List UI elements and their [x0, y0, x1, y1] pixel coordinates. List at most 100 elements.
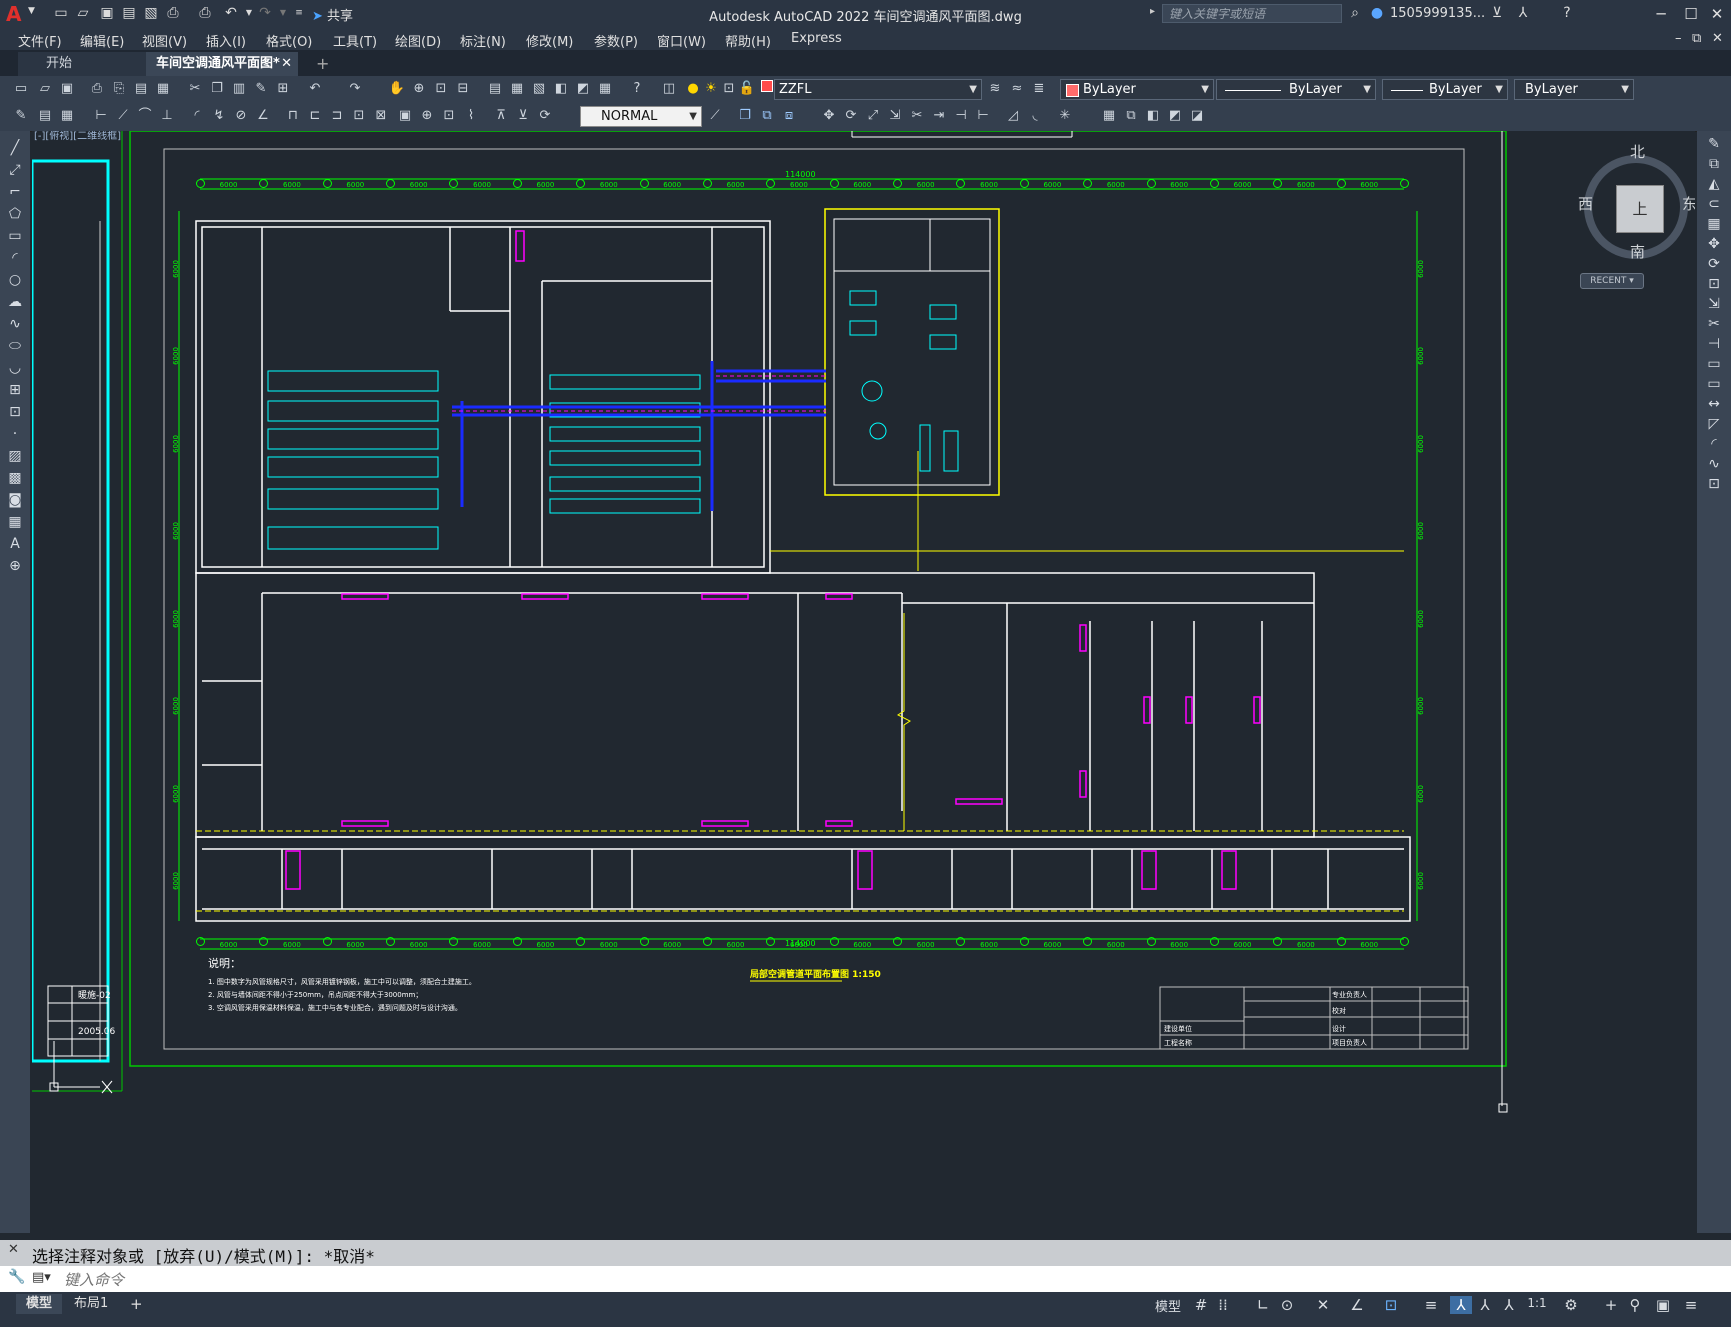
add-selected-icon[interactable]: ⊕	[5, 557, 25, 575]
dimupdate-icon[interactable]: ⟳	[536, 107, 554, 125]
line-icon[interactable]: ╱	[5, 139, 25, 157]
copy-icon[interactable]: ⧉	[1704, 155, 1724, 173]
command-recent-icon[interactable]: ▤▾	[32, 1270, 51, 1285]
osnap-tracking-icon[interactable]: ∠	[1346, 1296, 1368, 1314]
dimtedit-icon[interactable]: ⊻	[514, 107, 532, 125]
help-icon[interactable]: ?	[1558, 5, 1576, 21]
menu-window[interactable]: 窗口(W)	[657, 31, 706, 50]
trim-icon[interactable]: ✂	[1704, 315, 1724, 333]
hatch-icon[interactable]: ▨	[5, 447, 25, 465]
gradient-icon[interactable]: ▩	[5, 469, 25, 487]
zoom-previous-icon[interactable]: ⊟	[454, 80, 472, 98]
ellipse-arc-icon[interactable]: ◡	[5, 359, 25, 377]
array-icon[interactable]: ▦	[1100, 107, 1118, 125]
compass-west[interactable]: 西	[1578, 193, 1593, 214]
align-icon[interactable]: ⧉	[1122, 107, 1140, 125]
menu-view[interactable]: 视图(V)	[142, 31, 187, 50]
lineweight-dropdown[interactable]: ByLayer ▼	[1382, 79, 1508, 100]
cut-icon[interactable]: ✂	[186, 80, 204, 98]
viewport-controls[interactable]: [-][俯视][二维线框]	[34, 131, 121, 142]
tab-model[interactable]: 模型	[16, 1294, 63, 1314]
layer-vp-icon[interactable]: ⊡	[720, 80, 738, 98]
qnew-icon[interactable]: ▭	[12, 80, 30, 98]
blend-icon[interactable]: ∿	[1704, 455, 1724, 473]
search-input[interactable]: 键入关键字或短语	[1162, 4, 1342, 23]
menu-parametric[interactable]: 参数(P)	[594, 31, 638, 50]
inspect-icon[interactable]: ⊡	[440, 107, 458, 125]
drawing-canvas[interactable]: 暖施-02 2005.06 114000 114000 说明： 1. 图中数字为…	[32, 131, 1695, 1233]
ellipse-icon[interactable]: ⬭	[5, 337, 25, 355]
scale-icon[interactable]: ⤢	[864, 107, 882, 125]
properties-icon[interactable]: ▤	[486, 80, 504, 98]
stack-icon[interactable]: ▦	[58, 107, 76, 125]
zoom-realtime-icon[interactable]: ⊕	[410, 80, 428, 98]
dim-aligned-icon[interactable]: ⟋	[114, 107, 132, 125]
zoom-window-icon[interactable]: ⊡	[432, 80, 450, 98]
command-input[interactable]	[62, 1268, 1706, 1291]
layer-previous-icon[interactable]: ≈	[1008, 80, 1026, 98]
dim-break-icon[interactable]: ⊠	[372, 107, 390, 125]
osnap-icon[interactable]: ⊡	[1380, 1296, 1402, 1314]
plot-preview-icon[interactable]: ⎘	[110, 80, 128, 98]
pan-icon[interactable]: ✋	[388, 80, 406, 98]
doc-restore-icon[interactable]: ⧉	[1692, 31, 1701, 46]
new-tab-button[interactable]: +	[306, 52, 339, 76]
tab-close-icon[interactable]: ✕	[281, 52, 292, 76]
annotation-monitor-icon[interactable]: +	[1600, 1296, 1622, 1314]
rotate-icon[interactable]: ⟳	[842, 107, 860, 125]
mtext-icon[interactable]: A	[5, 535, 25, 553]
tab-drawing[interactable]: 车间空调通风平面图* ✕	[146, 52, 298, 76]
trim-icon[interactable]: ✂	[908, 107, 926, 125]
group-icon[interactable]: ◩	[1166, 107, 1184, 125]
polygon-icon[interactable]: ⬠	[5, 205, 25, 223]
viewcube[interactable]: 上 北 南 东 西	[1578, 141, 1695, 265]
chamfer-icon[interactable]: ◸	[1704, 415, 1724, 433]
annotation-scale-value[interactable]: 1:1	[1522, 1296, 1552, 1310]
dim-arc-icon[interactable]: ⌒	[136, 107, 154, 125]
plotstyle-dropdown[interactable]: ByLayer ▼	[1514, 79, 1634, 100]
dim-linear-icon[interactable]: ⊢	[92, 107, 110, 125]
tolerance-icon[interactable]: ▣	[396, 107, 414, 125]
workspace-gear-icon[interactable]: ⚙	[1560, 1296, 1582, 1314]
command-close-icon[interactable]: ✕	[8, 1242, 19, 1257]
center-mark-icon[interactable]: ⊕	[418, 107, 436, 125]
fillet-icon[interactable]: ◟	[1026, 107, 1044, 125]
compass-north[interactable]: 北	[1630, 141, 1645, 162]
draworder-icon[interactable]: ◧	[1144, 107, 1162, 125]
break-icon[interactable]: ⊣	[952, 107, 970, 125]
menu-format[interactable]: 格式(O)	[266, 31, 312, 50]
user-icon[interactable]: ●	[1368, 5, 1386, 21]
matchprop-icon[interactable]: ✎	[252, 80, 270, 98]
rotate-icon[interactable]: ⟳	[1704, 255, 1724, 273]
doc-close-icon[interactable]: ✕	[1712, 31, 1723, 46]
calculator-icon[interactable]: ▦	[596, 80, 614, 98]
extend-icon[interactable]: ⊣	[1704, 335, 1724, 353]
move-icon[interactable]: ✥	[1704, 235, 1724, 253]
linetype-dropdown[interactable]: ByLayer ▼	[1216, 79, 1376, 100]
search-expand-icon[interactable]: ▸	[1150, 6, 1155, 17]
tab-layout1[interactable]: 布局1	[64, 1294, 118, 1314]
text-icon[interactable]: ▤	[36, 107, 54, 125]
make-current-layer-icon[interactable]: ≋	[986, 80, 1004, 98]
close-button[interactable]: ✕	[1702, 4, 1731, 24]
mirror-icon[interactable]: ⧉	[758, 107, 776, 125]
cart-icon[interactable]: ⊻	[1488, 5, 1506, 21]
isolate-icon[interactable]: ⚲	[1624, 1296, 1646, 1314]
save-icon[interactable]: ▣	[58, 80, 76, 98]
dim-diameter-icon[interactable]: ⊘	[232, 107, 250, 125]
grid-icon[interactable]: #	[1190, 1296, 1212, 1314]
chamfer-icon[interactable]: ◿	[1004, 107, 1022, 125]
join-icon[interactable]: ↔	[1704, 395, 1724, 413]
copy-obj-icon[interactable]: ❐	[736, 107, 754, 125]
table-icon[interactable]: ▦	[5, 513, 25, 531]
fillet-icon[interactable]: ◜	[1704, 435, 1724, 453]
dim-angular-icon[interactable]: ∠	[254, 107, 272, 125]
menu-tools[interactable]: 工具(T)	[333, 31, 377, 50]
layer-lock-icon[interactable]: 🔓	[738, 80, 756, 98]
redo-icon[interactable]: ↷	[346, 80, 364, 98]
compass-east[interactable]: 东	[1682, 193, 1695, 214]
explode-icon[interactable]: ⊡	[1704, 475, 1724, 493]
plot-icon[interactable]: ⎙	[88, 80, 106, 98]
menu-express[interactable]: Express	[791, 31, 842, 46]
arc-icon[interactable]: ◜	[5, 249, 25, 267]
